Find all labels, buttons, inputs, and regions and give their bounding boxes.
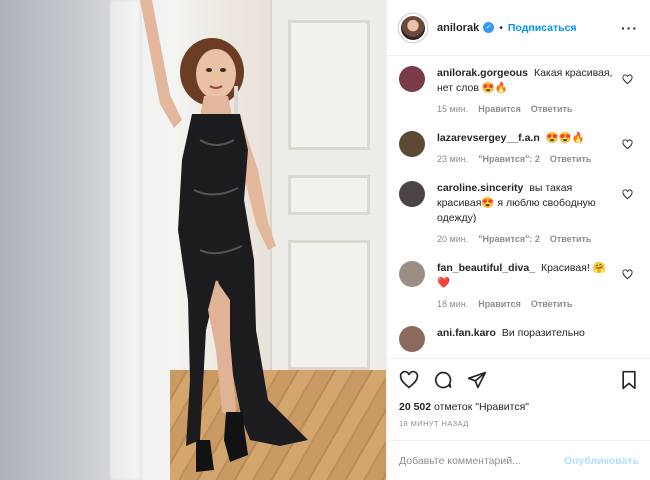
comment-heart-icon[interactable]	[622, 74, 633, 85]
comment-reply-button[interactable]: Ответить	[531, 297, 573, 312]
likes-label: отметок "Нравится"	[434, 401, 530, 413]
comment-input[interactable]	[399, 454, 565, 467]
post-sidebar: anilorak ✓ • Подписаться ··· anilorak.go…	[386, 0, 650, 480]
comment-item: ani.fan.karo Ви поразительно	[399, 326, 639, 352]
comments-list[interactable]: anilorak.gorgeous Какая красивая, нет сл…	[387, 56, 650, 358]
commenter-avatar[interactable]	[399, 326, 425, 352]
likes-count[interactable]: 20 502 отметок "Нравится"	[399, 401, 639, 413]
comment-text: 😍😍🔥	[545, 132, 585, 144]
instagram-post: anilorak ✓ • Подписаться ··· anilorak.go…	[0, 0, 650, 480]
comment-like-button[interactable]: Нравится	[478, 102, 521, 117]
comment-time[interactable]: 20 мин.	[437, 232, 468, 247]
comment-item: anilorak.gorgeous Какая красивая, нет сл…	[399, 66, 639, 117]
like-heart-icon[interactable]	[399, 370, 419, 390]
verified-badge-icon: ✓	[483, 22, 495, 33]
comment-username[interactable]: anilorak.gorgeous	[437, 67, 528, 79]
commenter-avatar[interactable]	[399, 131, 425, 157]
post-header: anilorak ✓ • Подписаться ···	[387, 0, 650, 56]
comment-item: fan_beautiful_diva_ Красивая! 🤗❤️ 18 мин…	[399, 261, 639, 312]
add-comment-bar: Опубликовать	[387, 440, 650, 480]
comment-heart-icon[interactable]	[622, 139, 633, 150]
comment-meta: 18 мин. Нравится Ответить	[437, 297, 617, 312]
comment-body: lazarevsergey__f.a.n 😍😍🔥 23 мин. "Нравит…	[437, 131, 617, 167]
author-username[interactable]: anilorak	[437, 22, 479, 34]
publish-button[interactable]: Опубликовать	[564, 455, 639, 467]
comment-reply-button[interactable]: Ответить	[531, 102, 573, 117]
comment-text: Ви поразительно	[501, 327, 585, 339]
comment-meta: 23 мин. "Нравится": 2 Ответить	[437, 152, 617, 167]
post-photo[interactable]	[0, 0, 386, 480]
woman-in-black-dress-figure	[140, 0, 308, 472]
comment-username[interactable]: lazarevsergey__f.a.n	[437, 132, 540, 144]
share-paper-plane-icon[interactable]	[467, 370, 487, 390]
comment-item: caroline.sincerity вы такая красивая😍 я …	[399, 181, 639, 247]
comment-bubble-icon[interactable]	[433, 370, 453, 390]
post-time[interactable]: 18 минут назад	[399, 419, 639, 428]
comment-likes-count[interactable]: "Нравится": 2	[478, 152, 540, 167]
header-dot-separator: •	[499, 21, 503, 34]
comment-time[interactable]: 15 мин.	[437, 102, 468, 117]
comment-heart-icon[interactable]	[622, 189, 633, 200]
comment-time[interactable]: 23 мин.	[437, 152, 468, 167]
comment-reply-button[interactable]: Ответить	[550, 152, 592, 167]
comment-username[interactable]: ani.fan.karo	[437, 327, 496, 339]
comment-likes-count[interactable]: "Нравится": 2	[478, 232, 540, 247]
comment-time[interactable]: 18 мин.	[437, 297, 468, 312]
follow-button[interactable]: Подписаться	[508, 22, 577, 34]
photo-wall	[0, 0, 110, 480]
comment-body: anilorak.gorgeous Какая красивая, нет сл…	[437, 66, 617, 117]
comment-meta: 20 мин. "Нравится": 2 Ответить	[437, 232, 617, 247]
action-bar	[399, 367, 639, 393]
save-bookmark-icon[interactable]	[619, 370, 639, 390]
comment-username[interactable]: fan_beautiful_diva_	[437, 262, 535, 274]
post-actions: 20 502 отметок "Нравится" 18 минут назад	[387, 358, 650, 428]
comment-body: caroline.sincerity вы такая красивая😍 я …	[437, 181, 617, 247]
comment-like-button[interactable]: Нравится	[478, 297, 521, 312]
commenter-avatar[interactable]	[399, 181, 425, 207]
more-dots-icon[interactable]: ···	[621, 20, 638, 36]
likes-number: 20 502	[399, 401, 432, 413]
author-avatar[interactable]	[399, 13, 427, 42]
commenter-avatar[interactable]	[399, 261, 425, 287]
comment-body: fan_beautiful_diva_ Красивая! 🤗❤️ 18 мин…	[437, 261, 617, 312]
comment-body: ani.fan.karo Ви поразительно	[437, 326, 617, 341]
comment-heart-icon[interactable]	[622, 269, 633, 280]
commenter-avatar[interactable]	[399, 66, 425, 92]
comment-meta: 15 мин. Нравится Ответить	[437, 102, 617, 117]
comment-username[interactable]: caroline.sincerity	[437, 182, 523, 194]
comment-item: lazarevsergey__f.a.n 😍😍🔥 23 мин. "Нравит…	[399, 131, 639, 167]
comment-reply-button[interactable]: Ответить	[550, 232, 592, 247]
